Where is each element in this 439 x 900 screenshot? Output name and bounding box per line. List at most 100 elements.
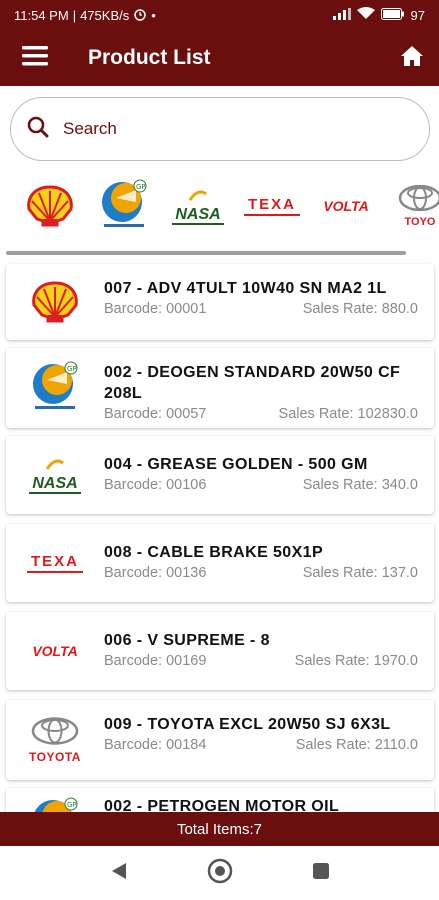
product-meta: Barcode: 00057 Sales Rate: 102830.0 <box>104 406 418 422</box>
product-card[interactable]: GP 002 - PETROGEN MOTOR OIL <box>6 788 434 812</box>
product-info: 009 - TOYOTA EXCL 20W50 SJ 6X3L Barcode:… <box>104 700 434 780</box>
search-box[interactable] <box>10 97 430 161</box>
texa-logo: TEXA <box>27 553 83 573</box>
product-card[interactable]: TEXA 008 - CABLE BRAKE 50X1P Barcode: 00… <box>6 524 434 602</box>
product-brand-logo <box>6 264 104 340</box>
system-nav-bar <box>0 846 439 900</box>
back-icon[interactable] <box>110 861 128 886</box>
home-circle-icon[interactable] <box>207 858 233 889</box>
product-info: 007 - ADV 4TULT 10W40 SN MA2 1L Barcode:… <box>104 264 434 340</box>
horizontal-scroll-indicator <box>6 251 406 255</box>
texa-logo-text: TEXA <box>30 553 79 570</box>
brand-gp-lubricants[interactable]: GP <box>90 174 158 238</box>
product-name: 009 - TOYOTA EXCL 20W50 SJ 6X3L <box>104 716 391 733</box>
product-name: 002 - PETROGEN MOTOR OIL <box>104 798 340 812</box>
notification-dot-icon: • <box>151 7 156 23</box>
total-items-count: 7 <box>253 820 263 838</box>
shell-logo <box>27 185 73 227</box>
product-brand-logo: NASA <box>6 436 104 514</box>
toyota-logo: TOYOTA <box>29 716 81 764</box>
nasa-logo: NASA <box>29 457 81 494</box>
product-brand-logo: GP <box>6 348 104 428</box>
product-meta: Barcode: 00106 Sales Rate: 340.0 <box>104 477 418 493</box>
product-card[interactable]: NASA 004 - GREASE GOLDEN - 500 GM Barcod… <box>6 436 434 514</box>
product-name: 007 - ADV 4TULT 10W40 SN MA2 1L <box>104 280 387 297</box>
product-brand-logo: TEXA <box>6 524 104 602</box>
toyota-logo: TOYO <box>398 184 439 228</box>
page-title: Product List <box>88 46 211 69</box>
brand-volta[interactable]: VOLTA <box>312 174 380 238</box>
home-button[interactable] <box>385 30 439 86</box>
status-left: 11:54 PM | 475KB/s • <box>14 7 156 24</box>
signal-icon <box>332 7 351 23</box>
product-barcode: Barcode: 00136 <box>104 565 207 581</box>
volta-logo-text: VOLTA <box>323 198 369 214</box>
product-sales-rate: Sales Rate: 1970.0 <box>294 653 418 669</box>
product-info: 002 - DEOGEN STANDARD 20W50 CF 208L Barc… <box>104 348 434 428</box>
product-card[interactable]: VOLTA 006 - V SUPREME - 8 Barcode: 00169… <box>6 612 434 690</box>
shell-logo <box>32 281 78 323</box>
product-name: 006 - V SUPREME - 8 <box>104 632 270 649</box>
product-sales-rate: Sales Rate: 137.0 <box>302 565 418 581</box>
svg-text:GP: GP <box>136 183 146 191</box>
product-brand-logo: VOLTA <box>6 612 104 690</box>
product-brand-logo: GP <box>6 788 104 812</box>
texa-logo: TEXA <box>244 196 300 216</box>
search-input[interactable] <box>63 119 363 139</box>
brand-nasa[interactable]: NASA <box>164 174 232 238</box>
battery-icon <box>380 7 405 23</box>
product-sales-rate: Sales Rate: 102830.0 <box>278 406 418 422</box>
recents-icon[interactable] <box>312 862 330 885</box>
product-card[interactable]: TOYOTA 009 - TOYOTA EXCL 20W50 SJ 6X3L B… <box>6 700 434 780</box>
status-bar: 11:54 PM | 475KB/s • 97 <box>0 0 439 30</box>
svg-text:GP: GP <box>67 801 77 809</box>
svg-text:GP: GP <box>67 365 77 373</box>
product-name: 004 - GREASE GOLDEN - 500 GM <box>104 456 368 473</box>
toyota-logo-text: TOYOTA <box>29 749 81 764</box>
gp-lubricants-logo: GP <box>34 797 78 812</box>
home-icon <box>401 45 423 71</box>
product-meta: Barcode: 00184 Sales Rate: 2110.0 <box>104 737 418 753</box>
alarm-icon <box>133 7 147 24</box>
volta-logo-text: VOLTA <box>32 643 78 659</box>
gp-lubricants-logo: GP <box>102 179 147 227</box>
total-items-bar: Total Items 7 <box>0 812 439 846</box>
product-info: 002 - PETROGEN MOTOR OIL <box>104 788 434 812</box>
product-info: 006 - V SUPREME - 8 Barcode: 00169 Sales… <box>104 612 434 690</box>
product-meta: Barcode: 00169 Sales Rate: 1970.0 <box>104 653 418 669</box>
toyota-logo-text: TOYO <box>404 215 436 228</box>
brand-texa[interactable]: TEXA <box>238 174 306 238</box>
status-time: 11:54 PM <box>14 7 69 23</box>
product-sales-rate: Sales Rate: 340.0 <box>302 477 418 493</box>
status-right: 97 <box>332 7 425 23</box>
product-barcode: Barcode: 00184 <box>104 737 207 753</box>
product-brand-logo: TOYOTA <box>6 700 104 780</box>
nasa-logo-text: NASA <box>32 474 78 492</box>
nasa-logo-text: NASA <box>175 205 221 223</box>
product-info: 008 - CABLE BRAKE 50X1P Barcode: 00136 S… <box>104 524 434 602</box>
product-card[interactable]: GP 002 - DEOGEN STANDARD 20W50 CF 208L B… <box>6 348 434 428</box>
search-icon <box>27 116 49 143</box>
product-name: 002 - DEOGEN STANDARD 20W50 CF 208L <box>104 364 401 402</box>
product-barcode: Barcode: 00106 <box>104 477 207 493</box>
nasa-logo: NASA <box>172 188 224 225</box>
product-meta: Barcode: 00136 Sales Rate: 137.0 <box>104 565 418 581</box>
product-info: 004 - GREASE GOLDEN - 500 GM Barcode: 00… <box>104 436 434 514</box>
brand-shell[interactable] <box>16 174 84 238</box>
brand-filter-strip: GP NASA TEXA VOLTA TOYO <box>0 170 439 242</box>
status-speed: 475KB/s <box>80 7 130 23</box>
gp-lubricants-logo: GP <box>33 361 78 409</box>
status-divider: | <box>72 7 77 23</box>
app-bar: Product List <box>0 30 439 86</box>
menu-icon <box>22 45 48 71</box>
product-card[interactable]: 007 - ADV 4TULT 10W40 SN MA2 1L Barcode:… <box>6 264 434 340</box>
battery-level: 97 <box>410 7 425 23</box>
product-barcode: Barcode: 00057 <box>104 406 207 422</box>
product-sales-rate: Sales Rate: 2110.0 <box>295 737 418 753</box>
brand-toyota[interactable]: TOYO <box>386 174 439 238</box>
product-name: 008 - CABLE BRAKE 50X1P <box>104 544 324 561</box>
menu-button[interactable] <box>0 30 70 86</box>
wifi-icon <box>356 7 375 23</box>
product-meta: Barcode: 00001 Sales Rate: 880.0 <box>104 301 418 317</box>
product-list[interactable]: 007 - ADV 4TULT 10W40 SN MA2 1L Barcode:… <box>0 256 439 812</box>
